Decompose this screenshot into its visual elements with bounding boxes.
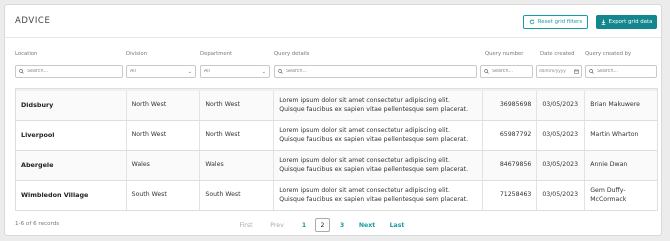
query-details-line: Lorem ipsum dolor sit amet consectetur a…: [279, 157, 450, 165]
date-created-cell: 03/05/2023: [537, 91, 586, 120]
division-select[interactable]: All ⌄: [126, 65, 196, 78]
search-icon: [278, 69, 283, 74]
query-number-cell: 71258463: [483, 181, 538, 210]
column-header-department: Department: [200, 51, 233, 57]
pagination-page-1[interactable]: 1: [297, 218, 311, 232]
column-header-query-created-by: Query created by: [585, 51, 632, 57]
location-cell: Wimbledon Village: [16, 181, 127, 210]
records-count: 1-6 of 6 records: [15, 221, 60, 227]
department-select-value: All: [204, 69, 210, 74]
column-header-query-number: Query number: [485, 51, 524, 57]
table-row[interactable]: Wimbledon Village South West South West …: [15, 181, 658, 211]
chevron-down-icon: ⌄: [187, 68, 192, 75]
date-created-cell: 03/05/2023: [537, 181, 586, 210]
chevron-down-icon: ⌄: [261, 68, 266, 75]
query-number-search-placeholder: Search...: [492, 69, 514, 74]
query-details-cell: Lorem ipsum dolor sit amet consectetur a…: [274, 151, 483, 180]
export-grid-data-button[interactable]: Export grid data: [596, 15, 657, 29]
pagination-page-3[interactable]: 3: [335, 218, 349, 232]
reset-grid-filters-label: Reset grid filters: [537, 19, 583, 25]
division-cell: North West: [127, 91, 201, 120]
query-details-cell: Lorem ipsum dolor sit amet consectetur a…: [274, 181, 483, 210]
query-details-line: Quisque faucibus ex sapien vitae pellent…: [279, 135, 469, 143]
query-created-by-cell: Martin Wharton: [590, 131, 639, 139]
query-details-line: Lorem ipsum dolor sit amet consectetur a…: [279, 187, 450, 195]
reset-grid-filters-button[interactable]: Reset grid filters: [523, 15, 588, 29]
division-select-value: All: [130, 69, 136, 74]
department-select[interactable]: All ⌄: [200, 65, 270, 78]
query-created-by-cell: Annie Dwan: [590, 161, 628, 169]
table-row[interactable]: Didsbury North West North West Lorem ips…: [15, 91, 658, 121]
query-details-line: Quisque faucibus ex sapien vitae pellent…: [279, 105, 469, 113]
refresh-icon: [529, 19, 534, 25]
query-details-cell: Lorem ipsum dolor sit amet consectetur a…: [274, 91, 483, 120]
query-number-cell: 36985698: [483, 91, 538, 120]
location-cell: Didsbury: [16, 91, 127, 120]
query-number-cell: 84679856: [483, 151, 538, 180]
query-details-line: Lorem ipsum dolor sit amet consectetur a…: [279, 127, 450, 135]
column-header-division: Division: [126, 51, 147, 57]
query-details-search-placeholder: Search...: [286, 69, 308, 74]
division-cell: South West: [127, 181, 201, 210]
date-created-input[interactable]: dd/mm/yyyy: [536, 65, 582, 78]
query-created-by-cell: Brian Makuwere: [590, 101, 640, 109]
location-search-placeholder: Search...: [27, 69, 49, 74]
download-icon: [601, 19, 605, 25]
table-row[interactable]: Abergele Wales Wales Lorem ipsum dolor s…: [15, 151, 658, 181]
pagination-page-2-current[interactable]: 2: [315, 218, 330, 232]
department-cell: South West: [200, 181, 275, 210]
export-grid-data-label: Export grid data: [608, 19, 653, 25]
query-created-by-search-input[interactable]: Search...: [585, 65, 657, 78]
search-icon: [19, 69, 24, 74]
column-header-query-details: Query details: [274, 51, 310, 57]
division-cell: Wales: [127, 151, 201, 180]
table-row[interactable]: Liverpool North West North West Lorem ip…: [15, 121, 658, 151]
query-details-line: Quisque faucibus ex sapien vitae pellent…: [279, 165, 469, 173]
pagination-last[interactable]: Last: [387, 218, 407, 232]
department-cell: Wales: [200, 151, 275, 180]
location-cell: Abergele: [16, 151, 127, 180]
pagination-next[interactable]: Next: [355, 218, 379, 232]
query-details-search-input[interactable]: Search...: [274, 65, 477, 78]
department-cell: North West: [200, 121, 275, 150]
calendar-icon: [574, 69, 579, 74]
column-header-location: Location: [15, 51, 38, 57]
column-header-date-created: Date created: [540, 51, 575, 57]
panel-header: ADVICE Reset grid filters Export grid da…: [5, 5, 661, 38]
date-created-cell: 03/05/2023: [537, 151, 586, 180]
query-details-cell: Lorem ipsum dolor sit amet consectetur a…: [274, 121, 483, 150]
date-created-placeholder: dd/mm/yyyy: [539, 69, 566, 74]
query-details-line: Lorem ipsum dolor sit amet consectetur a…: [279, 97, 450, 105]
search-icon: [589, 69, 594, 74]
query-details-line: Quisque faucibus ex sapien vitae pellent…: [279, 195, 469, 203]
department-cell: North West: [200, 91, 275, 120]
query-created-by-search-placeholder: Search...: [597, 69, 619, 74]
pagination-prev[interactable]: Prev: [267, 218, 287, 232]
query-number-search-input[interactable]: Search...: [480, 65, 533, 78]
advice-table: Didsbury North West North West Lorem ips…: [15, 88, 658, 211]
division-cell: North West: [127, 121, 201, 150]
location-search-input[interactable]: Search...: [15, 65, 123, 78]
date-created-cell: 03/05/2023: [537, 121, 586, 150]
query-created-by-cell: Gem Duffy-McCormack: [590, 187, 627, 203]
page-title: ADVICE: [15, 16, 51, 26]
search-icon: [484, 69, 489, 74]
location-cell: Liverpool: [16, 121, 127, 150]
advice-panel: ADVICE Reset grid filters Export grid da…: [4, 4, 662, 236]
pagination-first[interactable]: First: [235, 218, 257, 232]
query-number-cell: 65987792: [483, 121, 538, 150]
